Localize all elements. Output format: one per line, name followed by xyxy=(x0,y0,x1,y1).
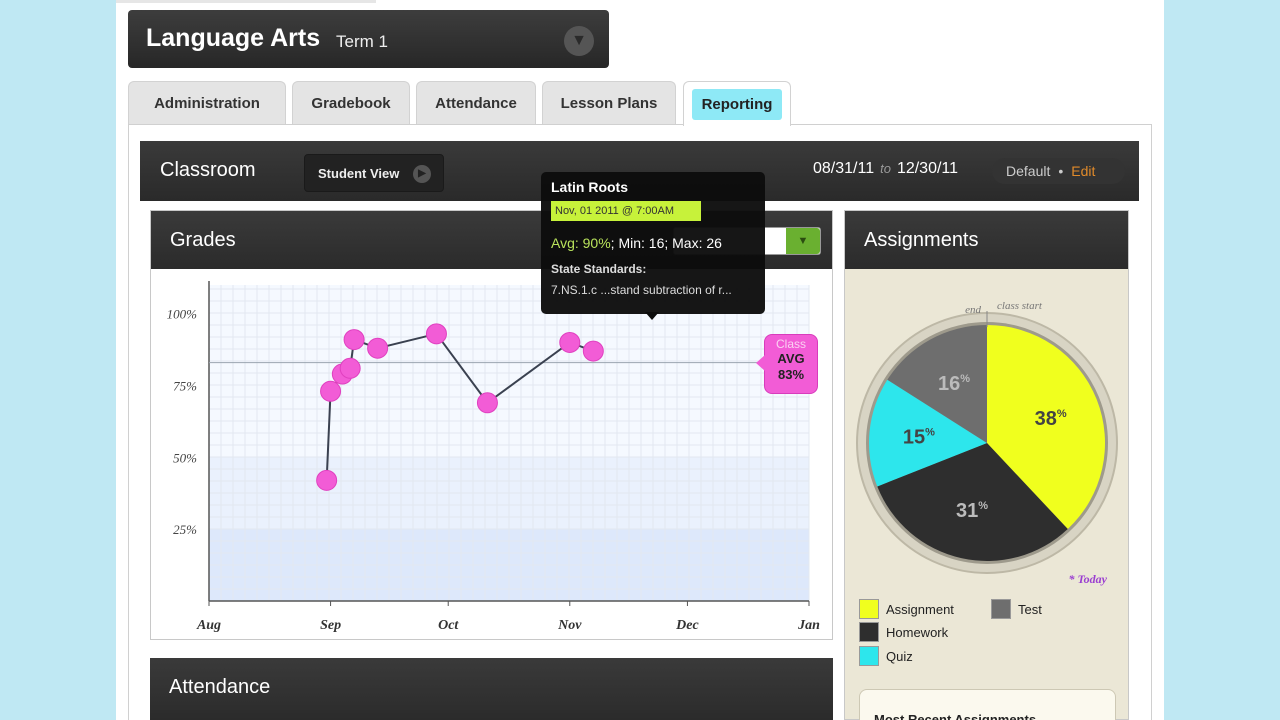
class-avg-value: 83% xyxy=(777,366,805,382)
legend-label: Assignment xyxy=(886,601,954,617)
view-selector[interactable]: Default • Edit xyxy=(992,158,1125,184)
date-to-word: to xyxy=(880,161,891,176)
x-tick-label: Aug xyxy=(196,618,221,633)
percent-sign: % xyxy=(960,373,970,385)
tab-label: Attendance xyxy=(435,95,517,112)
separator: • xyxy=(1058,163,1064,179)
class-avg-label: Class xyxy=(775,337,806,351)
data-point xyxy=(476,392,498,414)
y-tick-label: 75% xyxy=(173,379,197,394)
legend-item-test: Test xyxy=(991,599,1042,619)
class-average-badge: Class AVG 83% xyxy=(756,334,818,394)
tooltip-title: Latin Roots xyxy=(551,179,628,195)
tooltip-avg: Avg: 90% xyxy=(551,235,611,251)
tab-label: Lesson Plans xyxy=(560,95,658,112)
student-view-label: Student View xyxy=(318,166,400,181)
view-name: Default xyxy=(1006,163,1051,179)
date-range[interactable]: 08/31/11 to 12/30/11 xyxy=(813,160,958,178)
legend-label: Homework xyxy=(886,624,949,640)
tab-label: Reporting xyxy=(691,88,783,120)
tooltip-stats: Avg: 90%; Min: 16; Max: 26 xyxy=(551,235,722,251)
legend-swatch xyxy=(859,599,879,619)
percent-sign: % xyxy=(925,427,935,439)
attendance-title: Attendance xyxy=(169,676,271,698)
data-point xyxy=(582,340,604,362)
x-tick-label: Jan xyxy=(797,618,820,633)
student-view-button[interactable]: Student View ▶ xyxy=(304,154,444,192)
x-tick-label: Nov xyxy=(557,618,582,633)
tab-attendance[interactable]: Attendance xyxy=(416,81,536,125)
grades-title: Grades xyxy=(170,229,236,251)
classroom-title: Classroom xyxy=(160,159,256,181)
y-tick-label: 25% xyxy=(173,522,197,537)
tooltip-pointer xyxy=(645,312,659,320)
assignments-panel: Assignments 38% 31% 15% 16% end class start * … xyxy=(844,210,1129,720)
tooltip-min-max: ; Min: 16; Max: 26 xyxy=(610,235,722,251)
tab-lesson-plans[interactable]: Lesson Plans xyxy=(542,81,676,125)
data-point xyxy=(425,323,447,345)
tab-gradebook[interactable]: Gradebook xyxy=(292,81,410,125)
tab-reporting[interactable]: Reporting xyxy=(683,81,791,126)
x-tick-label: Dec xyxy=(675,618,699,633)
course-header[interactable]: Language Arts Term 1 ▼ xyxy=(128,10,609,68)
assignments-title: Assignments xyxy=(864,229,979,251)
top-divider xyxy=(116,0,376,3)
edit-link[interactable]: Edit xyxy=(1071,163,1095,179)
data-point xyxy=(559,331,581,353)
legend-item-quiz: Quiz xyxy=(859,646,913,666)
percent-sign: % xyxy=(978,500,988,512)
tooltip-standards-text: 7.NS.1.c ...stand subtraction of r... xyxy=(551,283,732,297)
data-point xyxy=(339,357,361,379)
grade-tooltip: Latin Roots Nov, 01 2011 @ 7:00AM Avg: 9… xyxy=(541,172,765,320)
tab-label: Administration xyxy=(154,95,260,112)
class-avg-word: AVG xyxy=(777,351,805,367)
tab-label: Gradebook xyxy=(311,95,391,112)
recent-assignments-title: Most Recent Assignments xyxy=(874,712,1037,720)
legend-label: Quiz xyxy=(886,648,913,664)
x-tick-label: Oct xyxy=(438,618,459,633)
legend-swatch xyxy=(859,622,879,642)
y-tick-label: 100% xyxy=(167,307,198,322)
chevron-down-icon[interactable]: ▼ xyxy=(564,26,594,56)
course-term: Term 1 xyxy=(336,32,388,51)
legend-item-assignment: Assignment xyxy=(859,599,954,619)
data-point xyxy=(320,380,342,402)
legend-item-homework: Homework xyxy=(859,622,948,642)
data-point xyxy=(316,469,338,491)
recent-assignments-box[interactable]: Most Recent Assignments xyxy=(859,689,1116,720)
data-point xyxy=(367,337,389,359)
percent-sign: % xyxy=(1057,408,1067,420)
date-to: 12/30/11 xyxy=(896,160,959,177)
x-tick-label: Sep xyxy=(320,618,341,633)
tooltip-standards-label: State Standards: xyxy=(551,262,647,276)
course-title: Language Arts xyxy=(146,24,321,52)
arrow-right-icon: ▶ xyxy=(413,165,431,183)
pie-start-label: class start xyxy=(997,300,1043,312)
grades-chart: 25% 50% 75% 100% Aug Sep Oct Nov Dec Jan xyxy=(167,281,820,633)
pie-end-label: end xyxy=(965,304,981,316)
date-from: 08/31/11 xyxy=(813,160,875,177)
legend-label: Test xyxy=(1018,601,1042,617)
assignments-pie-chart: 38%31%15%16%end class start* Today xyxy=(856,300,1118,586)
assignments-header: Assignments xyxy=(845,211,1128,269)
tooltip-date: Nov, 01 2011 @ 7:00AM xyxy=(551,201,701,221)
badge-pointer xyxy=(756,355,765,371)
y-tick-label: 50% xyxy=(173,450,197,465)
legend-swatch xyxy=(859,646,879,666)
page: Language Arts Term 1 ▼ Administration Gr… xyxy=(116,0,1164,720)
dropdown-arrow-icon[interactable]: ▼ xyxy=(786,228,820,254)
data-point xyxy=(343,329,365,351)
attendance-panel[interactable]: Attendance xyxy=(150,658,833,720)
legend-swatch xyxy=(991,599,1011,619)
today-label: * Today xyxy=(1068,572,1107,586)
tab-administration[interactable]: Administration xyxy=(128,81,286,125)
